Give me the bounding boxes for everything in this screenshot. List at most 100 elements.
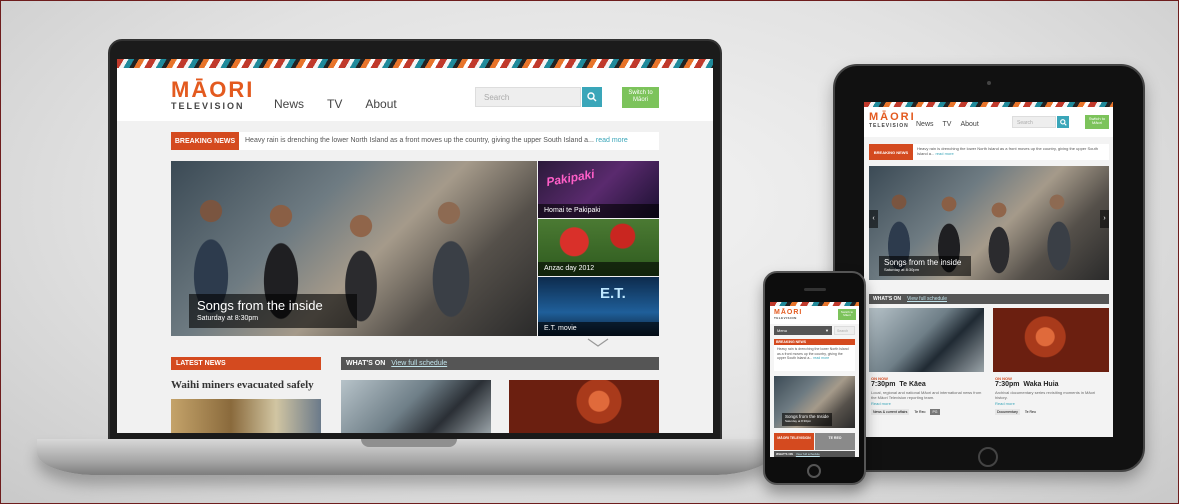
tablet-card-2: ON NOW 7:30pm Waka Huia Archival documen… [995,376,1107,415]
logo-subtitle: TELEVISION [171,101,245,111]
search-button[interactable] [582,87,602,107]
side-tile-2[interactable]: Anzac day 2012 [538,219,659,276]
view-full-schedule-link[interactable]: View full schedule [391,360,447,367]
whats-on-thumbnail-1[interactable] [341,380,491,433]
phone-view-full-schedule-link[interactable]: View full schedule [796,452,820,456]
tablet-search-placeholder: Search [1017,120,1033,126]
latest-news-bar: LATEST NEWS [171,357,321,370]
nav-about[interactable]: About [365,97,396,111]
site-header: MĀORI TELEVISION News TV About Search Sw… [117,68,713,121]
hero-banner[interactable]: Songs from the inside Saturday at 8:30pm [171,161,537,336]
tablet-nav: News TV About [916,121,979,128]
tablet-view-full-schedule-link[interactable]: View full schedule [907,296,947,302]
latest-news-headline[interactable]: Waihi miners evacuated safely [171,379,314,391]
tablet-card-2-title[interactable]: 7:30pm Waka Huia [995,381,1107,388]
breaking-news-headline: Heavy rain is drenching the lower North … [245,137,594,144]
hero-subtitle: Saturday at 8:30pm [197,315,259,322]
tablet-card-1-tags: News & current affairs Te Reo PG [871,409,983,415]
tablet-card-2-image[interactable] [993,308,1109,372]
phone-hero-banner[interactable]: Songs from the Inside Saturday at 8:30pm [774,376,855,428]
phone-logo-subtitle: TELEVISION [774,316,797,320]
tablet-logo-subtitle: TELEVISION [869,123,909,129]
breaking-news-bar: BREAKING NEWS Heavy rain is drenching th… [171,132,659,150]
phone-search-placeholder: Search [837,329,849,333]
tablet-card-1-tag[interactable]: News & current affairs [871,409,910,415]
pakipaki-title-art: Pakipaki [545,166,596,190]
phone-tile-te-reo[interactable]: TE REO [815,433,855,450]
chevron-down-icon: ▼ [825,328,829,333]
main-nav: News TV About [274,97,397,111]
tablet-search-icon [1059,118,1067,126]
nav-news[interactable]: News [274,97,304,111]
tablet-hero-next-arrow[interactable]: › [1100,210,1109,228]
search-input[interactable]: Search [475,87,581,107]
phone-search-input[interactable]: Search [834,326,855,335]
phone-menu-select[interactable]: Menu ▼ [774,326,832,335]
showcase-background: MĀORI TELEVISION News TV About Search Sw… [0,0,1179,504]
phone-hero-subtitle: Saturday at 8:30pm [785,419,812,423]
side-tile-1-caption: Homai te Pakipaki [538,204,659,218]
phone-switch-language-button[interactable]: Switch to Māori [838,309,856,320]
switch-language-button[interactable]: Switch to Māori [622,87,659,108]
search-icon [587,92,597,102]
tablet-screen: MĀORI TELEVISION News TV About Search Sw… [864,102,1113,437]
chevron-down-icon[interactable] [587,338,609,347]
tablet-hero-title: Songs from the inside [884,258,962,267]
phone-whats-on-label: WHAT'S ON [776,452,793,456]
tablet-nav-tv[interactable]: TV [943,121,952,128]
tablet-hero-prev-arrow[interactable]: ‹ [869,210,878,228]
tablet-hero-subtitle: Saturday at 8:30pm [884,267,919,272]
phone-tile-te-reo-label: TE REO [828,436,842,440]
tablet-nav-news[interactable]: News [916,121,934,128]
phone-whats-on-bar: WHAT'S ON View full schedule [774,451,855,457]
whats-on-label: WHAT'S ON [346,360,386,367]
tablet-card-2-tag: Te Reo [1024,410,1036,414]
laptop-trackpad-notch [361,439,457,447]
nav-tv[interactable]: TV [327,97,342,111]
side-tile-3[interactable]: E.T. E.T. movie [538,277,659,336]
breaking-news-tag: BREAKING NEWS [171,132,239,150]
phone-breaking-news-text: Heavy rain is drenching the lower North … [774,345,855,371]
tablet-nav-about[interactable]: About [960,121,978,128]
tablet-camera [987,81,991,85]
side-tile-1[interactable]: Pakipaki Homai te Pakipaki [538,161,659,218]
phone-speaker [804,288,826,291]
whats-on-thumbnail-2[interactable] [509,380,659,433]
tablet-home-button[interactable] [978,447,998,467]
tablet-card-1-title[interactable]: 7:30pm Te Kāea [871,381,983,388]
tablet-card-2-tags: Documentary Te Reo [995,409,1107,415]
tablet-card-1: ON NOW 7:30pm Te Kāea Local, regional an… [871,376,983,415]
tablet-whats-on-label: WHAT'S ON [873,296,902,302]
phone-breaking-news-read-more[interactable]: read more [813,356,829,360]
tablet-card-1-read-more[interactable]: Read more [871,401,983,406]
tablet-search-input[interactable]: Search [1012,116,1056,128]
tablet-card-2-read-more[interactable]: Read more [995,401,1107,406]
phone-menu-label: Menu [777,328,788,333]
phone-logo[interactable]: MĀORI TELEVISION [774,309,802,320]
tablet-hero-banner[interactable]: ‹ › Songs from the inside Saturday at 8:… [869,166,1109,280]
breaking-news-read-more[interactable]: read more [596,137,628,144]
tablet-header: MĀORI TELEVISION News TV About Search Sw… [864,107,1113,137]
hero-caption: Songs from the inside Saturday at 8:30pm [189,294,357,328]
tablet-card-1-image[interactable] [869,308,984,372]
tablet-card-2-tag[interactable]: Documentary [995,409,1020,415]
tablet-search-button[interactable] [1057,116,1069,128]
tablet-switch-language-button[interactable]: Switch to Māori [1085,115,1109,129]
tablet-breaking-news-tag: BREAKING NEWS [869,144,913,160]
tablet-card-2-desc: Archival documentary series revisiting m… [995,390,1096,400]
laptop-screen: MĀORI TELEVISION News TV About Search Sw… [117,59,713,433]
breaking-news-text: Heavy rain is drenching the lower North … [239,132,659,150]
search-placeholder: Search [484,93,510,102]
tablet-whats-on-bar: WHAT'S ON View full schedule [869,294,1109,304]
logo[interactable]: MĀORI TELEVISION [171,79,254,112]
tablet-logo-wordmark: MĀORI [869,111,916,123]
side-tile-3-caption: E.T. movie [538,322,659,336]
phone-tile-maori-tv[interactable]: MĀORI TELEVISION [774,433,814,450]
tablet-logo[interactable]: MĀORI TELEVISION [869,111,916,130]
phone-home-button[interactable] [807,464,821,478]
latest-news-thumbnail[interactable] [171,399,321,433]
tablet-breaking-news-read-more[interactable]: read more [935,151,953,156]
logo-wordmark: MĀORI [171,77,255,102]
side-tile-2-caption: Anzac day 2012 [538,262,659,276]
et-title-art: E.T. [600,285,626,302]
